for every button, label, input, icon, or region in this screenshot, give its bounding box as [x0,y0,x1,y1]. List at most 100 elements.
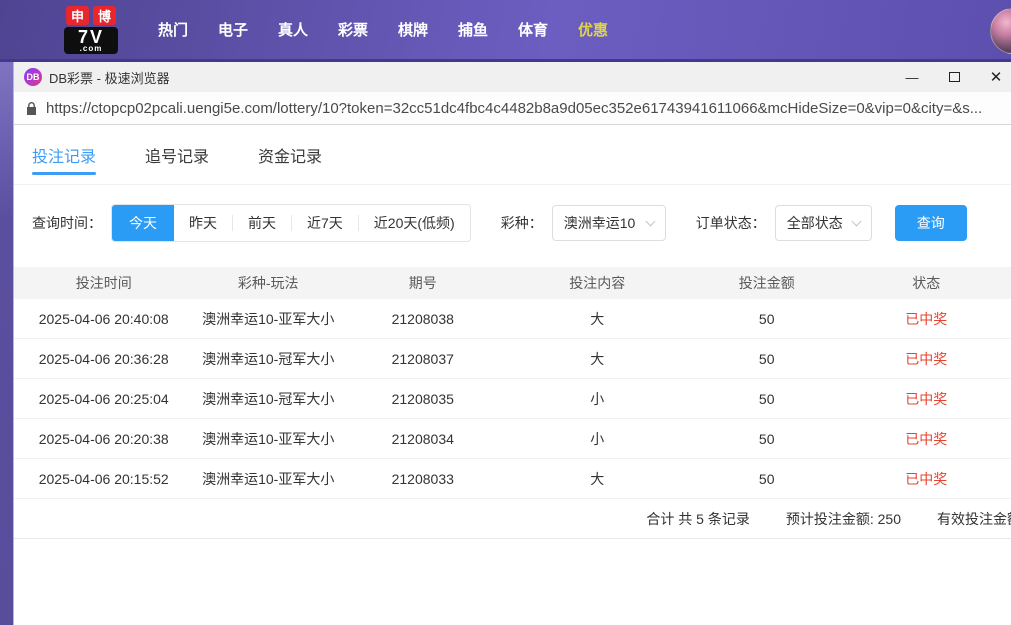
cell-game-play: 澳洲幸运10-亚军大小 [193,469,343,489]
header-bet-time: 投注时间 [14,273,193,293]
close-icon: ✕ [990,68,1003,86]
nav-item-lottery[interactable]: 彩票 [323,19,383,40]
cell-status: 已中奖 [841,429,1010,449]
db-app-icon: DB [24,68,42,86]
time-option-last-20-days[interactable]: 近20天(低频) [359,205,470,241]
chevron-down-icon [645,216,655,226]
logo-badge-bo: 博 [93,6,116,25]
order-status-label: 订单状态： [696,213,766,233]
cell-period: 21208033 [343,471,503,487]
logo-badge-shen: 申 [66,6,89,25]
cell-bet-amount: 50 [692,471,842,487]
minimize-icon: — [906,70,919,85]
logo-main-text: 7V [66,29,116,45]
cell-period: 21208034 [343,431,503,447]
address-bar[interactable]: https://ctopcp02pcali.uengi5e.com/lotter… [14,92,1011,125]
header-period: 期号 [343,273,503,293]
cell-bet-time: 2025-04-06 20:20:38 [14,431,193,447]
cell-status: 已中奖 [841,309,1010,329]
table-summary-row: 合计 共 5 条记录 预计投注金额: 250 有效投注金额 [14,499,1011,539]
nav-item-promo[interactable]: 优惠 [563,19,623,40]
maximize-button[interactable] [933,62,975,92]
cell-bet-content: 大 [503,309,692,329]
maximize-icon [949,72,960,82]
logo-sub-text: .com [66,45,116,53]
tab-chase-records[interactable]: 追号记录 [145,125,209,184]
bet-records-table: 投注时间 彩种-玩法 期号 投注内容 投注金额 状态 2025-04-06 20… [14,267,1011,539]
cell-period: 21208038 [343,311,503,327]
site-nav-menu: 热门 电子 真人 彩票 棋牌 捕鱼 体育 优惠 [143,19,623,40]
lottery-select[interactable]: 澳洲幸运10 [552,205,666,241]
filter-bar: 查询时间： 今天 昨天 前天 近7天 近20天(低频) 彩种： 澳洲幸运10 订… [14,204,1011,242]
header-bet-amount: 投注金额 [692,273,842,293]
table-row: 2025-04-06 20:40:08 澳洲幸运10-亚军大小 21208038… [14,299,1011,339]
user-avatar[interactable] [990,8,1011,54]
cell-bet-amount: 50 [692,351,842,367]
table-row: 2025-04-06 20:36:28 澳洲幸运10-冠军大小 21208037… [14,339,1011,379]
header-bet-content: 投注内容 [503,273,692,293]
cell-bet-time: 2025-04-06 20:36:28 [14,351,193,367]
cell-status: 已中奖 [841,389,1010,409]
record-tabs: 投注记录 追号记录 资金记录 [14,125,1011,185]
site-top-nav: 申 博 7V .com 热门 电子 真人 彩票 棋牌 捕鱼 体育 优惠 [0,0,1011,62]
tab-bet-records[interactable]: 投注记录 [32,125,96,184]
time-option-yesterday[interactable]: 昨天 [174,205,232,241]
header-game-play: 彩种-玩法 [193,273,343,293]
chevron-down-icon [851,216,861,226]
lottery-filter-label: 彩种： [501,213,543,233]
time-filter-label: 查询时间： [32,213,102,233]
cell-bet-time: 2025-04-06 20:40:08 [14,311,193,327]
cell-period: 21208035 [343,391,503,407]
cell-game-play: 澳洲幸运10-亚军大小 [193,429,343,449]
cell-game-play: 澳洲幸运10-亚军大小 [193,309,343,329]
table-row: 2025-04-06 20:20:38 澳洲幸运10-亚军大小 21208034… [14,419,1011,459]
cell-status: 已中奖 [841,469,1010,489]
window-titlebar: DB DB彩票 - 极速浏览器 — ✕ [14,62,1011,92]
cell-game-play: 澳洲幸运10-冠军大小 [193,389,343,409]
nav-item-sports[interactable]: 体育 [503,19,563,40]
nav-item-live[interactable]: 真人 [263,19,323,40]
lock-icon [26,102,37,115]
site-logo[interactable]: 申 博 7V .com [64,6,118,54]
table-row: 2025-04-06 20:15:52 澳洲幸运10-亚军大小 21208033… [14,459,1011,499]
summary-valid-amount: 有效投注金额 [937,509,1011,529]
cell-game-play: 澳洲幸运10-冠军大小 [193,349,343,369]
nav-item-hot[interactable]: 热门 [143,19,203,40]
cell-period: 21208037 [343,351,503,367]
nav-item-slots[interactable]: 电子 [203,19,263,40]
minimize-button[interactable]: — [891,62,933,92]
summary-total-records: 合计 共 5 条记录 [646,509,749,529]
table-header-row: 投注时间 彩种-玩法 期号 投注内容 投注金额 状态 [14,267,1011,299]
header-status: 状态 [841,273,1010,293]
cell-bet-content: 小 [503,429,692,449]
cell-bet-time: 2025-04-06 20:15:52 [14,471,193,487]
order-status-select[interactable]: 全部状态 [775,205,872,241]
browser-popup-window: DB DB彩票 - 极速浏览器 — ✕ https://ctopcp02pcal… [13,62,1011,625]
time-option-today[interactable]: 今天 [112,205,174,241]
time-range-group: 今天 昨天 前天 近7天 近20天(低频) [111,204,471,242]
cell-bet-content: 大 [503,349,692,369]
window-title: DB彩票 - 极速浏览器 [49,68,170,87]
search-button[interactable]: 查询 [895,205,967,241]
cell-bet-time: 2025-04-06 20:25:04 [14,391,193,407]
time-option-day-before[interactable]: 前天 [233,205,291,241]
logo-badges: 申 博 [64,6,118,25]
url-text: https://ctopcp02pcali.uengi5e.com/lotter… [46,100,982,117]
time-option-last-7-days[interactable]: 近7天 [292,205,358,241]
tab-fund-records[interactable]: 资金记录 [258,125,322,184]
cell-bet-amount: 50 [692,431,842,447]
cell-status: 已中奖 [841,349,1010,369]
order-status-value: 全部状态 [787,213,843,233]
cell-bet-content: 大 [503,469,692,489]
cell-bet-amount: 50 [692,391,842,407]
table-row: 2025-04-06 20:25:04 澳洲幸运10-冠军大小 21208035… [14,379,1011,419]
page-content: 投注记录 追号记录 资金记录 查询时间： 今天 昨天 前天 近7天 近20天(低… [14,125,1011,624]
nav-item-chess[interactable]: 棋牌 [383,19,443,40]
screen: 申 博 7V .com 热门 电子 真人 彩票 棋牌 捕鱼 体育 优惠 DB D… [0,0,1011,625]
nav-item-fishing[interactable]: 捕鱼 [443,19,503,40]
window-controls: — ✕ [891,62,1011,92]
logo-block: 7V .com [64,27,118,54]
summary-expected-amount: 预计投注金额: 250 [786,509,901,529]
lottery-select-value: 澳洲幸运10 [564,213,636,233]
close-button[interactable]: ✕ [975,62,1011,92]
